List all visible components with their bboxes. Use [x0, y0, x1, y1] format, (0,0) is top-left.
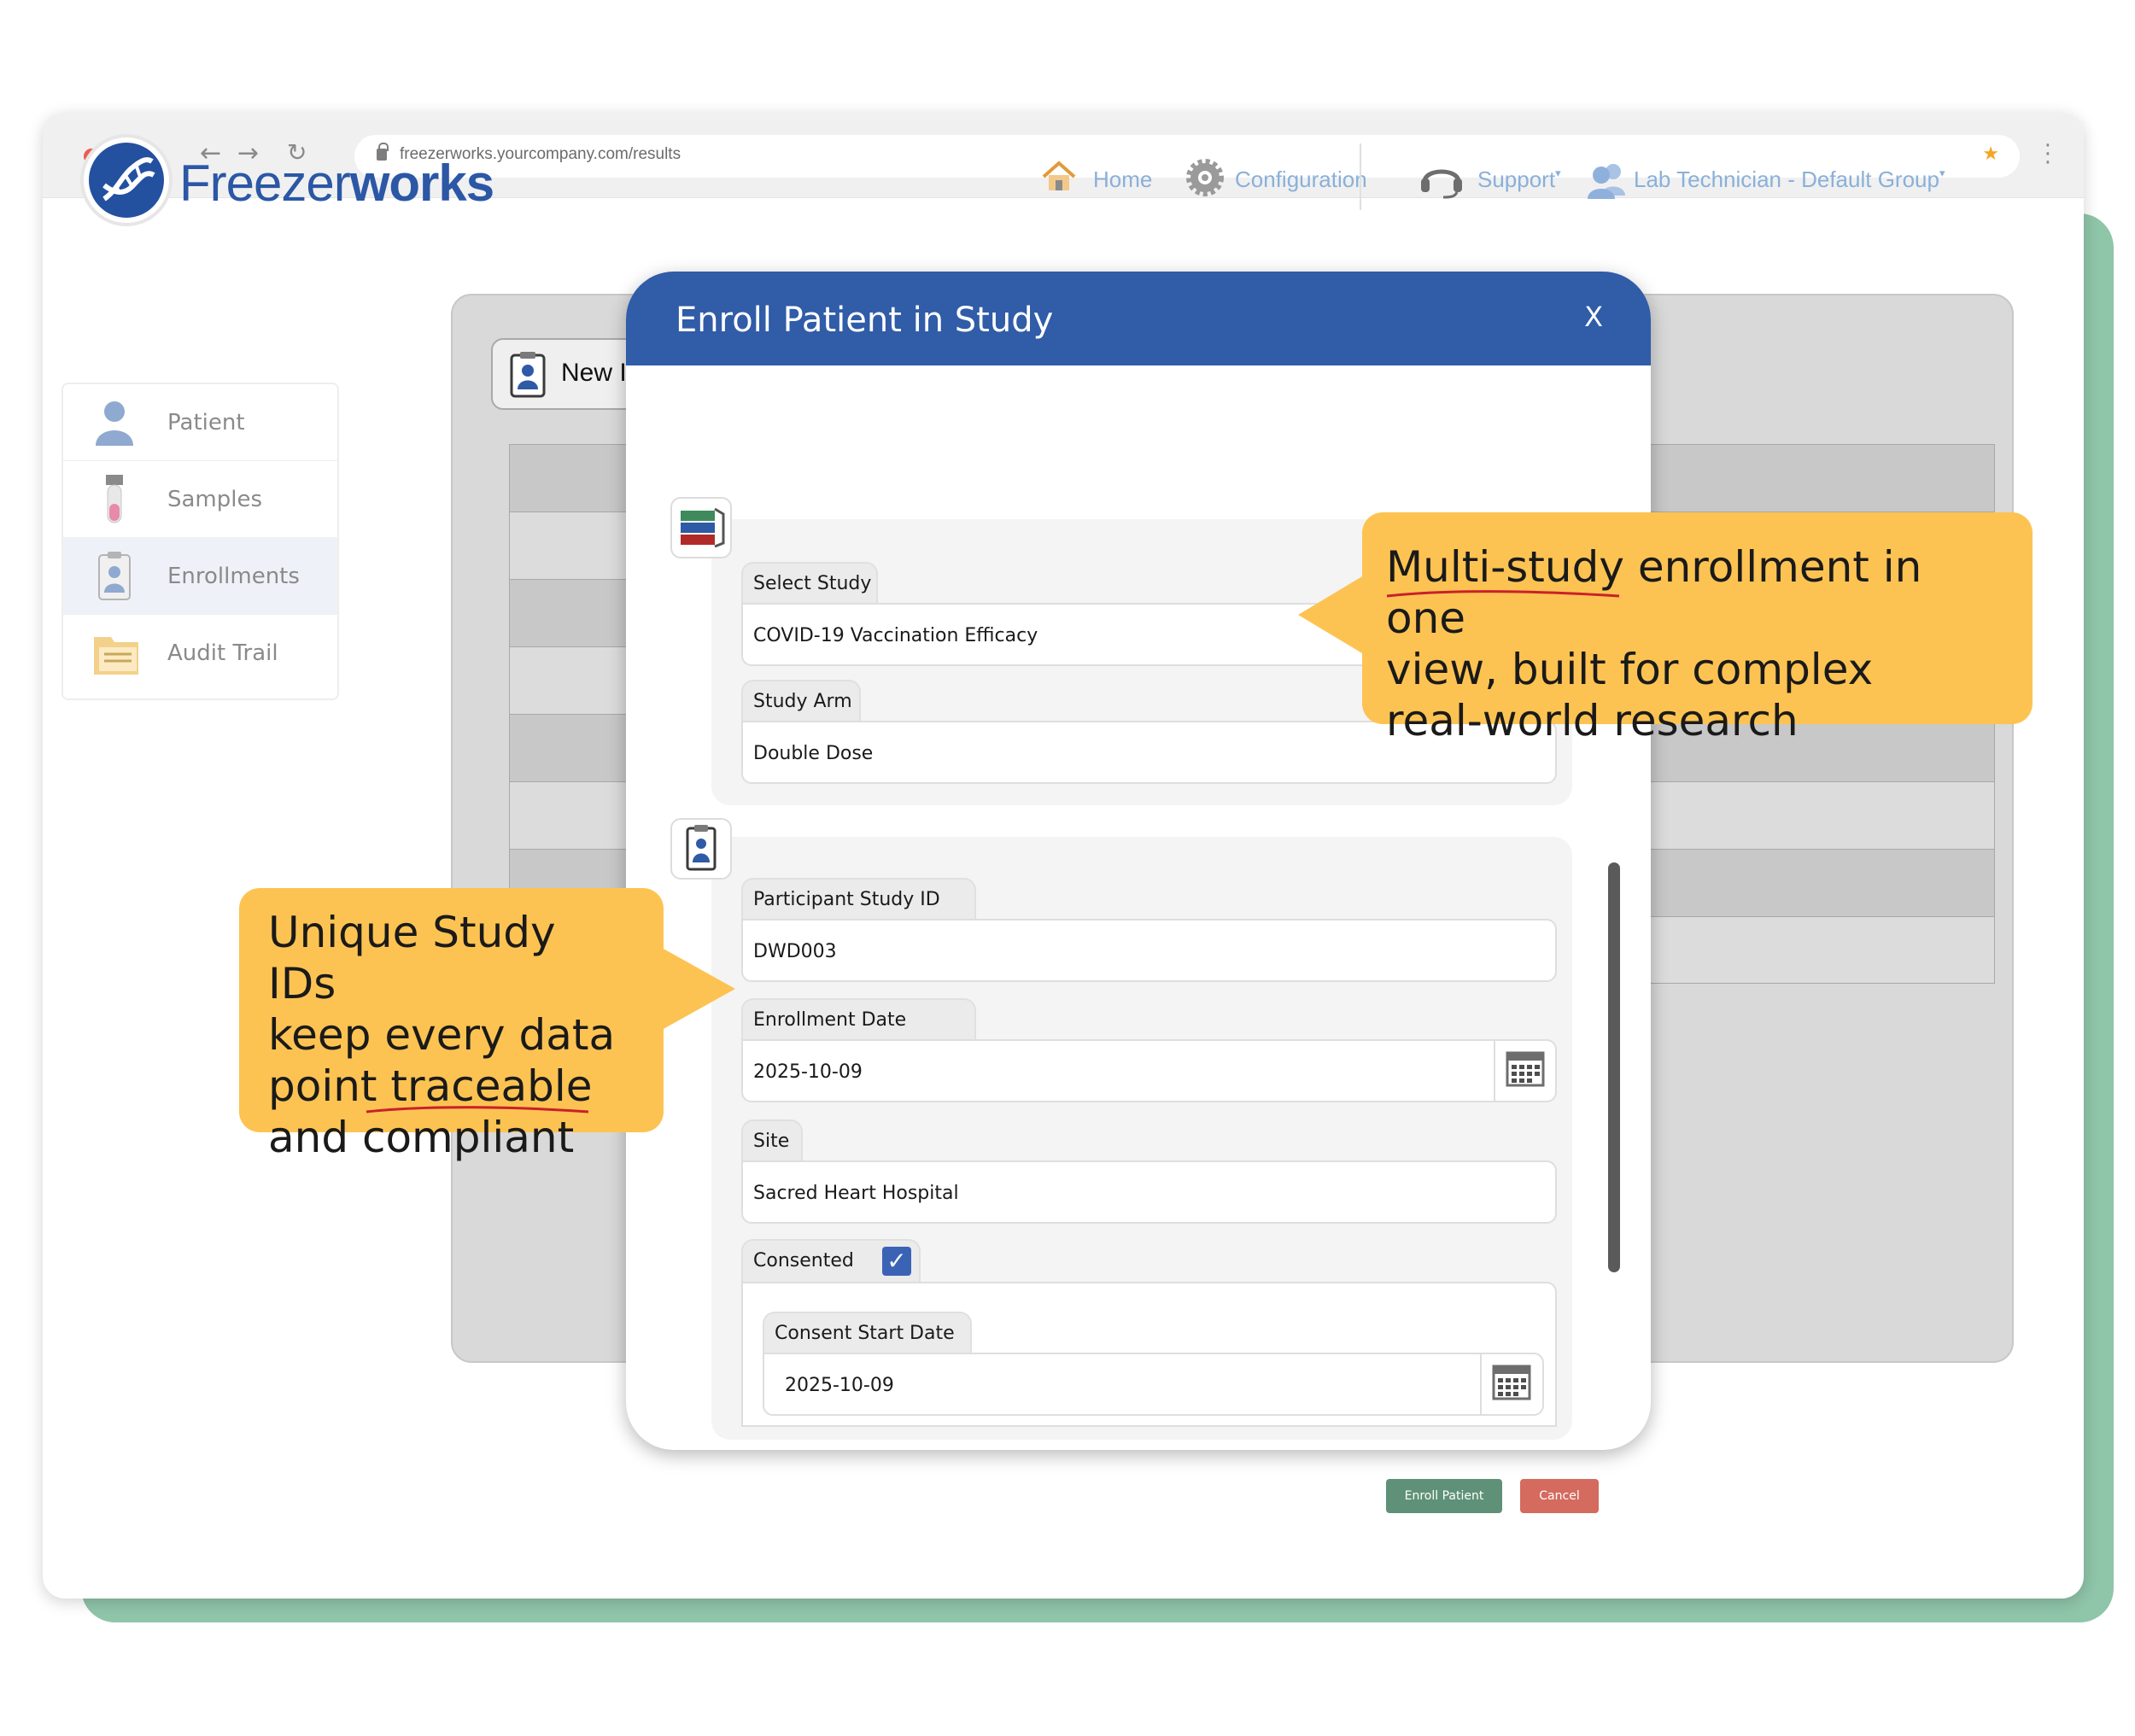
callout-line: view, built for complex: [1386, 645, 1874, 694]
enroll-patient-button[interactable]: Enroll Patient: [1386, 1479, 1502, 1513]
browser-menu-icon[interactable]: · · ·: [2044, 135, 2051, 174]
calendar-icon: [1506, 1051, 1545, 1087]
sidebar-item-enrollments[interactable]: Enrollments: [63, 538, 337, 615]
enroll-patient-modal: Enroll Patient in Study X Select Study C…: [626, 272, 1651, 1450]
nav-support-label: Support▾: [1477, 167, 1561, 192]
sidebar-item-label: Patient: [167, 410, 245, 435]
nav-divider: [1360, 143, 1361, 210]
enrollment-date-picker[interactable]: [1494, 1039, 1557, 1102]
sidebar-item-audit-trail[interactable]: Audit Trail: [63, 615, 337, 692]
nav-configuration-label: Configuration: [1235, 167, 1367, 192]
sidebar: Patient Samples Enrollments Audit Trail: [61, 383, 339, 700]
freezerworks-logo-icon: [80, 134, 173, 226]
clipboard-icon: [686, 825, 717, 871]
callout-pointer: [1298, 574, 1366, 656]
nav-home[interactable]: Home: [1040, 158, 1160, 201]
sidebar-item-samples[interactable]: Samples: [63, 461, 337, 538]
chevron-down-icon: ▾: [1939, 167, 1945, 179]
folder-icon: [94, 637, 138, 675]
sidebar-item-label: Samples: [167, 487, 263, 512]
site-label: Site: [741, 1119, 803, 1162]
consent-start-field[interactable]: 2025-10-09: [763, 1353, 1544, 1416]
consent-start-date-picker[interactable]: [1480, 1353, 1543, 1416]
cancel-button[interactable]: Cancel: [1520, 1479, 1599, 1513]
callout-line: and compliant: [268, 1113, 575, 1162]
participant-section-icon-box: [670, 818, 732, 880]
nav-home-label: Home: [1093, 167, 1153, 192]
chevron-down-icon: ▾: [1555, 167, 1561, 179]
enrollment-date-label: Enrollment Date: [741, 998, 976, 1041]
brand-name: Freezerworks: [179, 155, 494, 212]
callout-unique-ids: Unique Study IDs keep every data point t…: [239, 888, 664, 1162]
underline-squiggle-icon: [1386, 590, 1620, 598]
calendar-icon: [1492, 1365, 1531, 1400]
headset-icon: [1421, 169, 1462, 199]
consent-start-label: Consent Start Date: [763, 1312, 972, 1354]
callout-line: real-world research: [1386, 696, 1799, 745]
new-enrollment-button[interactable]: New I: [491, 338, 645, 410]
sidebar-item-patient[interactable]: Patient: [63, 384, 337, 461]
home-icon: [1042, 161, 1076, 190]
participant-id-label: Participant Study ID: [741, 878, 976, 921]
modal-scrollbar[interactable]: [1608, 862, 1620, 1272]
new-enrollment-label: New I: [561, 359, 627, 387]
clipboard-icon: [510, 352, 546, 398]
callout-line: keep every data: [268, 1010, 616, 1060]
modal-header: Enroll Patient in Study X: [626, 272, 1651, 365]
callout-multi-study: Multi-study enrollment in one view, buil…: [1362, 512, 2033, 745]
patient-icon: [96, 401, 133, 446]
underline-squiggle-icon: [366, 1106, 589, 1113]
modal-title: Enroll Patient in Study: [676, 301, 1054, 340]
clipboard-icon: [98, 552, 131, 600]
gear-icon: [1186, 159, 1224, 196]
sample-tube-icon: [106, 475, 123, 523]
enrollment-date-field[interactable]: 2025-10-09: [741, 1039, 1557, 1102]
study-section-icon-box: [670, 497, 732, 558]
nav-user-group-label: Lab Technician - Default Group▾: [1634, 167, 1945, 192]
books-icon: [681, 507, 725, 548]
study-arm-label: Study Arm: [741, 680, 861, 722]
consented-text: Consented: [753, 1250, 854, 1271]
user-group-icon: [1588, 164, 1625, 199]
select-study-label: Select Study: [741, 562, 878, 605]
nav-support[interactable]: Support▾: [1418, 158, 1580, 201]
callout-pointer: [662, 948, 735, 1030]
sidebar-item-label: Enrollments: [167, 564, 300, 589]
site-field[interactable]: Sacred Heart Hospital: [741, 1160, 1557, 1224]
close-button[interactable]: X: [1584, 301, 1603, 333]
participant-id-field[interactable]: DWD003: [741, 919, 1557, 982]
callout-line: Unique Study IDs: [268, 908, 556, 1008]
nav-user-group[interactable]: Lab Technician - Default Group▾: [1584, 158, 1994, 201]
consented-checkbox[interactable]: ✓: [882, 1247, 911, 1276]
sidebar-item-label: Audit Trail: [167, 640, 278, 666]
